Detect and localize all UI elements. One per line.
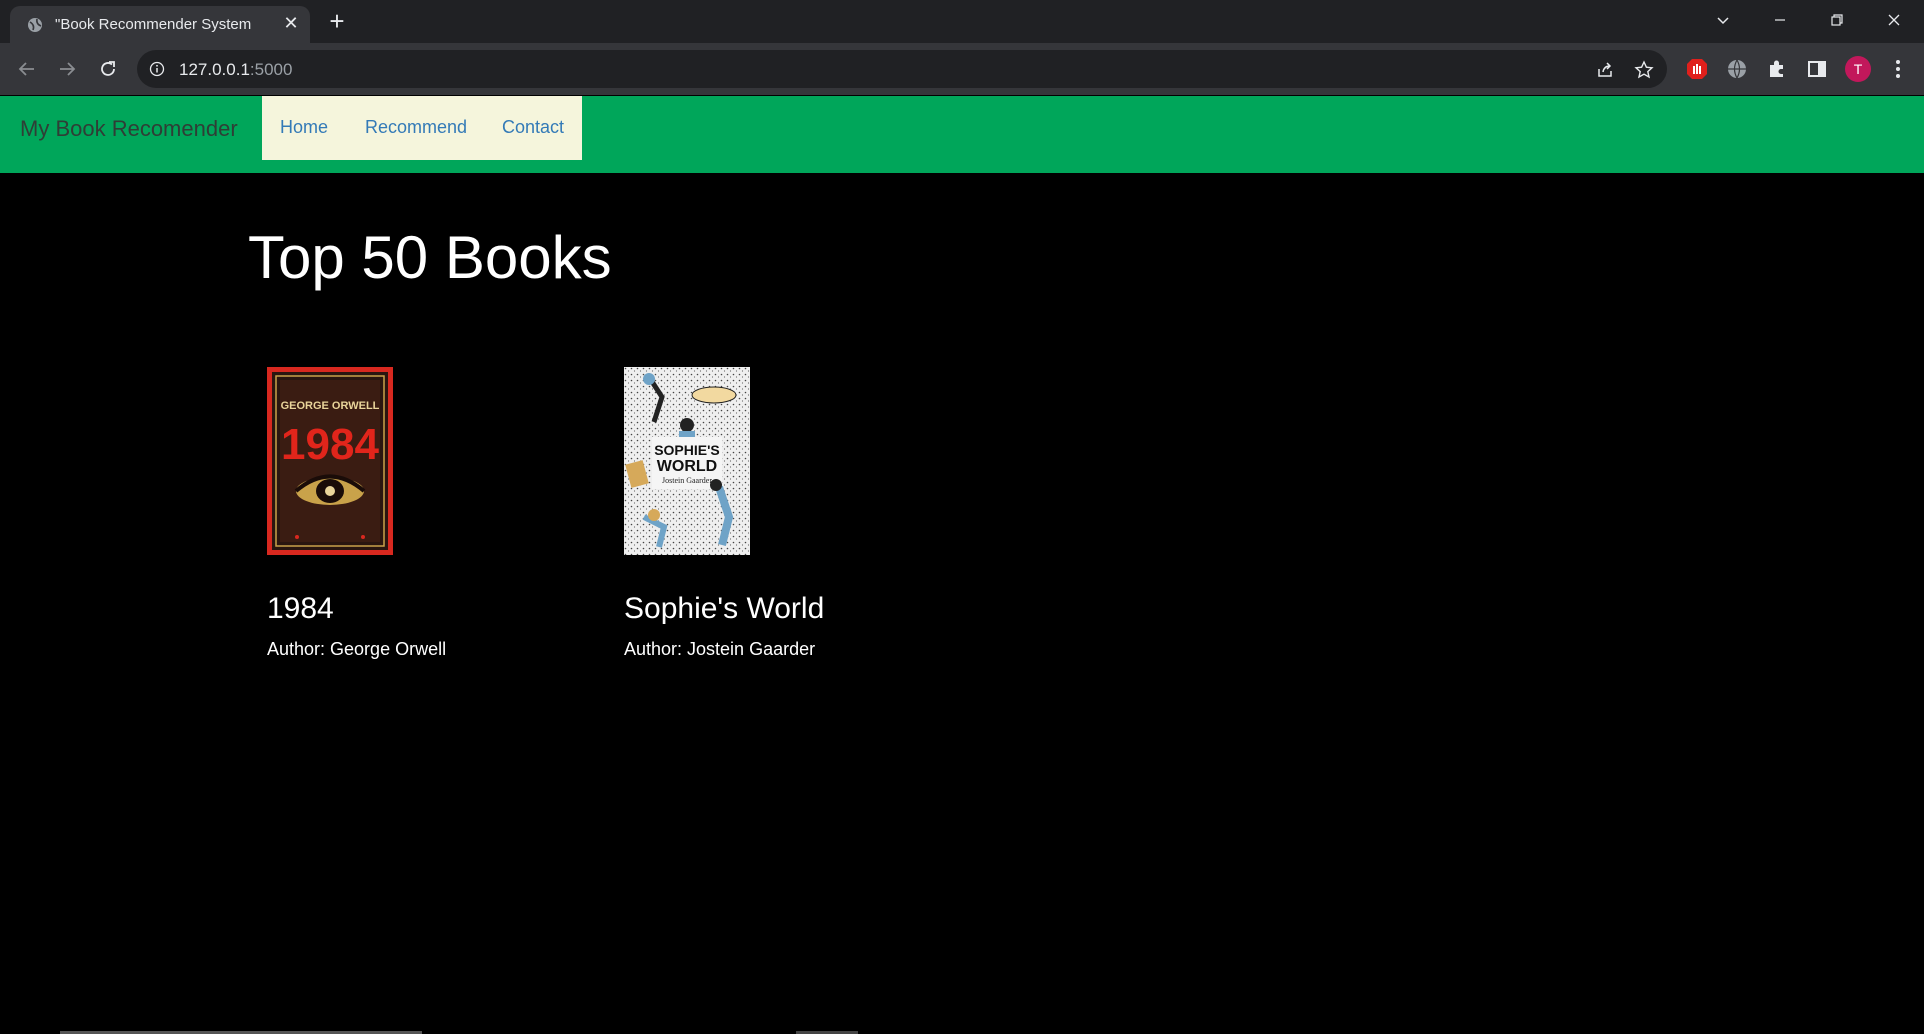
tab-search-icon[interactable] <box>1706 7 1740 33</box>
site-brand[interactable]: My Book Recomender <box>20 116 238 142</box>
page-title: Top 50 Books <box>248 224 612 291</box>
book-author: Author: Jostein Gaarder <box>624 639 816 659</box>
address-bar[interactable]: 127.0.0.1:5000 <box>137 50 1667 88</box>
cover-author-text: Jostein Gaarder <box>662 476 712 485</box>
restore-icon[interactable] <box>1820 7 1854 33</box>
menu-dots-icon[interactable] <box>1888 55 1908 83</box>
cover-title-text: 1984 <box>281 420 379 469</box>
globe-icon <box>27 17 43 33</box>
profile-avatar[interactable]: T <box>1845 56 1871 82</box>
book-title: Sophie's World <box>624 592 825 625</box>
page-content: My Book Recomender Home Recommend Contac… <box>0 95 1924 1034</box>
share-icon[interactable] <box>1595 60 1615 80</box>
book-cover-image: GEORGE ORWELL 1984 <box>267 367 393 555</box>
nav-links: Home Recommend Contact <box>262 96 582 160</box>
tab-title: "Book Recommender System <box>55 16 252 33</box>
cover-title-line2: WORLD <box>657 458 717 475</box>
url-host: 127.0.0.1 <box>179 60 250 79</box>
new-tab-button[interactable]: + <box>324 8 350 35</box>
nav-link-contact[interactable]: Contact <box>502 117 564 138</box>
nav-link-home[interactable]: Home <box>280 117 328 138</box>
reload-icon[interactable] <box>94 55 122 83</box>
close-tab-icon[interactable]: ✕ <box>280 12 302 34</box>
translate-globe-icon[interactable] <box>1724 56 1750 82</box>
cover-author-text: GEORGE ORWELL <box>281 400 380 412</box>
url-text: 127.0.0.1:5000 <box>179 60 292 80</box>
extensions-puzzle-icon[interactable] <box>1764 56 1790 82</box>
site-info-icon[interactable] <box>149 61 165 77</box>
site-navbar: My Book Recomender Home Recommend Contac… <box>0 96 1924 173</box>
nav-link-recommend[interactable]: Recommend <box>365 117 467 138</box>
adblock-extension-icon[interactable] <box>1684 56 1710 82</box>
book-title: 1984 <box>267 592 334 625</box>
book-author: Author: George Orwell <box>267 639 447 659</box>
bookmark-star-icon[interactable] <box>1634 60 1654 80</box>
url-port: :5000 <box>249 60 293 79</box>
back-arrow-icon[interactable] <box>13 55 41 83</box>
close-window-icon[interactable] <box>1877 7 1911 33</box>
browser-tab[interactable]: "Book Recommender System ✕ <box>10 6 310 43</box>
forward-arrow-icon[interactable] <box>53 55 81 83</box>
browser-toolbar: 127.0.0.1:5000 T <box>0 43 1924 95</box>
side-panel-icon[interactable] <box>1804 56 1830 82</box>
cover-title-line1: SOPHIE'S <box>654 442 720 458</box>
minimize-icon[interactable] <box>1763 7 1797 33</box>
tab-strip: "Book Recommender System ✕ + <box>0 0 1924 43</box>
book-cover-image: SOPHIE'S WORLD Jostein Gaarder <box>624 367 750 555</box>
